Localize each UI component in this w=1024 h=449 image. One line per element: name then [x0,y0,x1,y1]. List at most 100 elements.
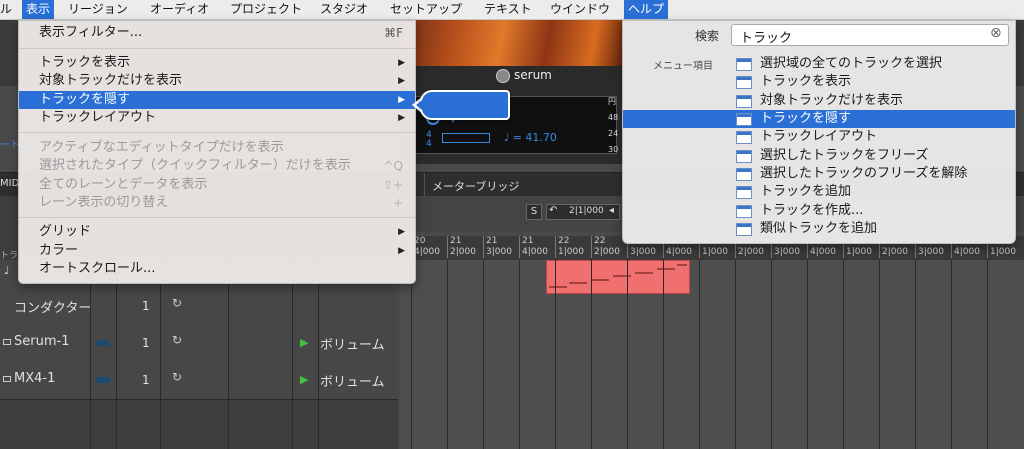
help-result-item[interactable]: 対象トラックだけを表示 [623,92,1015,110]
loop-icon[interactable]: ↻ [172,333,182,347]
midi-region[interactable] [546,260,690,294]
meter-bridge-tab[interactable]: メーターブリッジ [432,178,519,194]
menu-item-view-filter[interactable]: 表示フィルター... ⌘F [19,24,415,42]
help-pointer-fill [416,97,426,113]
menu-separator [19,48,415,49]
arrow-left-icon: ◂ [609,205,615,216]
ruler-tick: 22 1|000 [555,236,584,258]
ruler-beat-label: 2|000 [450,247,476,257]
result-label: 選択域の全てのトラックを選択 [760,56,943,71]
menu-text[interactable]: テキスト [480,0,536,19]
menu-window[interactable]: ウインドウ [546,0,614,19]
automation-lane[interactable]: ボリューム [320,371,385,390]
search-label: 検索 [695,29,720,43]
menu-item-label: 選択されたタイプ（クイックフィルター）だけを表示 [39,158,351,173]
divider [424,173,425,197]
track-row-conductor[interactable]: コンダクター 1 ↻ [0,287,398,326]
ruler-beat-label: 4|000 [522,247,548,257]
menu-item-show-target-tracks[interactable]: 対象トラックだけを表示 ▶ [19,72,415,90]
menu-setup[interactable]: セットアップ [386,0,466,19]
menu-item-color[interactable]: カラー ▶ [19,242,415,260]
menu-item-icon [736,150,752,163]
ruler-bar-label: 22 [558,236,570,246]
menu-item-quick-filter[interactable]: 選択されたタイプ（クイックフィルター）だけを表示 ^Q [19,157,415,175]
menu-studio[interactable]: スタジオ [316,0,372,19]
play-icon[interactable]: ▶ [300,373,308,386]
loop-icon[interactable]: ↻ [172,370,182,384]
ruler-beat-label: 3|000 [486,247,512,257]
menu-item-active-edit-type[interactable]: アクティブなエディットタイプだけを表示 [19,139,415,157]
ruler-bar-label: 21 [450,236,462,246]
menu-item-show-track[interactable]: トラックを表示 ▶ [19,54,415,72]
ruler-bar-label: 21 [522,236,534,246]
menu-region[interactable]: リージョン [64,0,132,19]
help-result-item[interactable]: トラックレイアウト [623,128,1015,146]
grid-line [879,260,880,449]
menu-item-label: レーン表示の切り替え [39,195,169,210]
help-result-item[interactable]: トラックを表示 [623,73,1015,91]
help-result-item[interactable]: 選択したトラックのフリーズを解除 [623,165,1015,183]
help-result-item[interactable]: 選択したトラックをフリーズ [623,147,1015,165]
menu-item-label: アクティブなエディットタイプだけを表示 [39,140,284,155]
instrument-icon [496,69,510,83]
menu-app[interactable]: ル [0,0,16,19]
menu-project[interactable]: プロジェクト [226,0,306,19]
menu-item-toggle-lanes[interactable]: レーン表示の切り替え + [19,194,415,212]
menu-item-label: トラックレイアウト [39,110,157,125]
time-signature[interactable]: 44 [426,131,432,149]
track-number: 1 [142,336,150,350]
position-slider[interactable] [442,133,490,143]
result-label: トラックを追加 [760,184,852,199]
instrument-name: serum [514,68,552,82]
menu-item-grid[interactable]: グリッド ▶ [19,223,415,241]
menu-item-icon [736,205,752,218]
help-result-item-selected[interactable]: トラックを隠す [623,110,1015,128]
tempo-display[interactable]: ♩ = 41.70 [504,131,557,144]
menu-audio[interactable]: オーディオ [146,0,213,19]
menu-item-icon [736,223,752,236]
track-number: 1 [142,373,150,387]
help-search-input[interactable]: トラック ⊗ [731,24,1009,46]
ruler-beat-label: 4|000 [954,247,980,257]
track-row-mx4[interactable]: MX4-1 1 ↻ ▶ ボリューム [0,361,398,400]
submenu-arrow-icon: ▶ [398,76,405,86]
menu-item-show-all-lanes[interactable]: 全てのレーンとデータを表示 ⇧+ [19,176,415,194]
instrument-track-icon [3,376,11,382]
ruler-tick: 21 2|000 [447,236,476,258]
instrument-title-bar: serum [400,66,625,86]
menu-help[interactable]: ヘルプ [624,0,669,19]
menu-item-icon [736,168,752,181]
play-icon[interactable]: ▶ [300,336,308,349]
menu-item-autoscroll[interactable]: オートスクロール... [19,260,415,278]
menu-item-label: オートスクロール... [39,261,156,276]
grid-line [591,260,592,449]
ruler-tick: 20 4|000 [411,236,440,258]
result-label: 対象トラックだけを表示 [760,93,904,108]
arrange-area[interactable] [400,260,1024,449]
help-result-item[interactable]: 選択域の全てのトラックを選択 [623,55,1015,73]
clear-search-icon[interactable]: ⊗ [990,25,1002,41]
automation-lane[interactable]: ボリューム [320,334,385,353]
locator-field[interactable]: ↶ 2|1|000 ◂ [546,204,620,220]
menu-item-shortcut: ^Q [383,159,404,173]
locator-position: 2|1|000 [569,206,604,216]
track-color-swatch[interactable] [96,377,110,383]
menu-item-shortcut: ⇧+ [382,178,403,192]
menu-item-track-layout[interactable]: トラックレイアウト ▶ [19,109,415,127]
snap-button[interactable]: S [526,204,542,220]
help-result-item[interactable]: トラックを追加 [623,183,1015,201]
track-row-serum[interactable]: Serum-1 1 ↻ ▶ ボリューム [0,324,398,363]
help-result-item[interactable]: 類似トラックを追加 [623,220,1015,238]
ruler-beat-label: 3|000 [918,247,944,257]
ruler-beat-label: 1|000 [702,247,728,257]
menu-item-hide-track[interactable]: トラックを隠す ▶ [19,91,415,109]
ruler-beat-label: 4|000 [414,247,440,257]
menu-item-shortcut: ⌘F [384,26,403,40]
menu-view[interactable]: 表示 [22,0,55,19]
track-color-swatch[interactable] [96,340,110,346]
grid-line [735,260,736,449]
loop-icon[interactable]: ↻ [172,296,182,310]
grid-line [699,260,700,449]
help-result-item[interactable]: トラックを作成... [623,202,1015,220]
ruler-beat-label: 1|000 [558,247,584,257]
